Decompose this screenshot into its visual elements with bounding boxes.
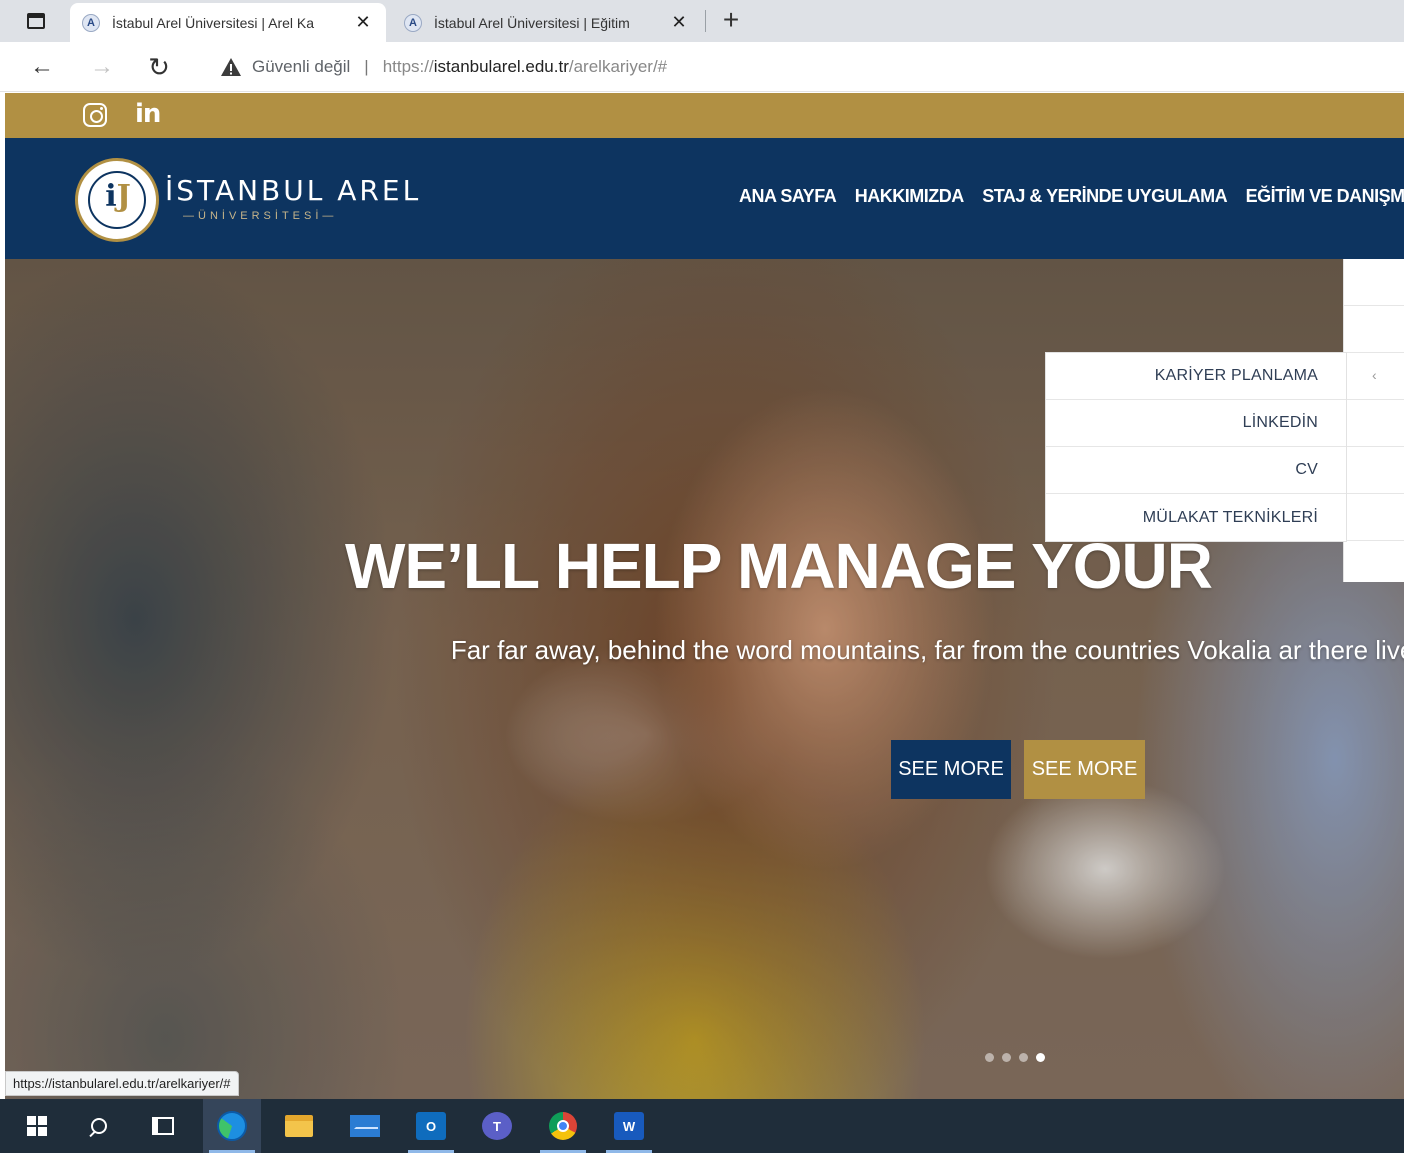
dropdown-row[interactable] (1344, 447, 1404, 494)
slider-dot[interactable] (1002, 1053, 1011, 1062)
linkedin-icon[interactable]: in (135, 99, 161, 129)
nav-item-ana-sayfa[interactable]: ANA SAYFA (739, 186, 837, 206)
tab-arel-egitim[interactable]: A İstabul Arel Üniversitesi | Eğitim ✕ (392, 3, 702, 42)
url-path: /arelkariyer/# (568, 57, 668, 76)
search-icon[interactable] (70, 1099, 128, 1153)
browser-toolbar: ← → ↻ Güvenli değil | https://istanbular… (0, 42, 1404, 92)
university-seal-logo[interactable]: iJ (75, 158, 159, 242)
forward-icon[interactable]: → (86, 51, 118, 83)
nav-dropdown-parent: ‹ (1343, 259, 1404, 582)
new-tab-icon[interactable]: + (716, 4, 746, 36)
slider-dot[interactable] (1019, 1053, 1028, 1062)
status-url-bubble: https://istanbularel.edu.tr/arelkariyer/… (5, 1071, 239, 1096)
social-bar: in (5, 93, 1404, 138)
back-icon[interactable]: ← (26, 51, 58, 83)
screen: A İstabul Arel Üniversitesi | Arel Ka ✕ … (0, 0, 1404, 1153)
tab-actions-icon[interactable] (24, 10, 48, 32)
tab-separator (705, 10, 706, 32)
dropdown-row[interactable] (1344, 400, 1404, 447)
security-label[interactable]: Güvenli değil (252, 57, 350, 77)
dropdown-row[interactable] (1344, 259, 1404, 306)
warning-icon[interactable] (220, 57, 242, 77)
outlook-icon[interactable]: O (402, 1099, 460, 1153)
brand-name[interactable]: İSTANBUL AREL (165, 174, 421, 207)
site-header: iJ İSTANBUL AREL —ÜNİVERSİTESİ— ANA SAYF… (5, 138, 1404, 259)
url-text[interactable]: https://istanbularel.edu.tr/arelkariyer/… (383, 57, 667, 77)
main-nav: ANA SAYFA HAKKIMIZDA STAJ & YERİNDE UYGU… (739, 186, 1404, 207)
file-explorer-icon[interactable] (270, 1099, 328, 1153)
close-tab-icon[interactable]: ✕ (352, 12, 374, 33)
windows-taskbar: O T W (0, 1099, 1404, 1153)
nav-item-hakkimizda[interactable]: HAKKIMIZDA (855, 186, 965, 206)
task-view-icon[interactable] (134, 1099, 192, 1153)
see-more-button-primary[interactable]: SEE MORE (891, 740, 1011, 799)
dropdown-row[interactable] (1344, 306, 1404, 353)
tab-arel-kariyer[interactable]: A İstabul Arel Üniversitesi | Arel Ka ✕ (70, 3, 386, 42)
chrome-icon[interactable] (534, 1099, 592, 1153)
tab-title: İstabul Arel Üniversitesi | Eğitim (434, 14, 630, 31)
mail-icon[interactable] (336, 1099, 394, 1153)
url-host: istanbularel.edu.tr (433, 57, 569, 76)
edge-icon[interactable] (203, 1099, 261, 1153)
nav-item-egitim[interactable]: EĞİTİM VE DANIŞM (1246, 186, 1404, 206)
dropdown-item-cv[interactable]: CV (1046, 447, 1346, 494)
word-icon[interactable]: W (600, 1099, 658, 1153)
site-favicon-icon: A (82, 13, 100, 32)
dropdown-item-mulakat-teknikleri[interactable]: MÜLAKAT TEKNİKLERİ (1046, 494, 1346, 541)
slider-dots (985, 1053, 1045, 1062)
browser-tab-strip: A İstabul Arel Üniversitesi | Arel Ka ✕ … (0, 0, 1404, 42)
nav-item-staj[interactable]: STAJ & YERİNDE UYGULAMA (982, 186, 1227, 206)
nav-dropdown-menu: KARİYER PLANLAMA LİNKEDİN CV MÜLAKAT TEK… (1045, 352, 1347, 542)
reload-icon[interactable]: ↻ (143, 51, 175, 83)
slider-dot[interactable] (985, 1053, 994, 1062)
dropdown-item-kariyer-planlama[interactable]: KARİYER PLANLAMA (1046, 353, 1346, 400)
instagram-icon[interactable] (83, 103, 107, 127)
tab-title: İstabul Arel Üniversitesi | Arel Ka (112, 14, 315, 31)
close-tab-icon[interactable]: ✕ (668, 12, 690, 33)
slider-dot-active[interactable] (1036, 1053, 1045, 1062)
address-bar[interactable]: Güvenli değil | https://istanbularel.edu… (210, 48, 1404, 86)
brand-subtitle: —ÜNİVERSİTESİ— (183, 210, 338, 222)
see-more-button-secondary[interactable]: SEE MORE (1024, 740, 1145, 799)
url-scheme: https:// (382, 57, 434, 76)
site-favicon-icon: A (404, 13, 422, 32)
divider: | (364, 57, 369, 76)
dropdown-row[interactable] (1344, 494, 1404, 541)
dropdown-item-linkedin[interactable]: LİNKEDİN (1046, 400, 1346, 447)
chevron-left-icon: ‹ (1372, 367, 1377, 383)
windows-start-icon[interactable] (8, 1099, 66, 1153)
hero-subtitle: Far far away, behind the word mountains,… (450, 635, 1404, 665)
seal-mark: iJ (105, 179, 131, 214)
teams-icon[interactable]: T (468, 1099, 526, 1153)
